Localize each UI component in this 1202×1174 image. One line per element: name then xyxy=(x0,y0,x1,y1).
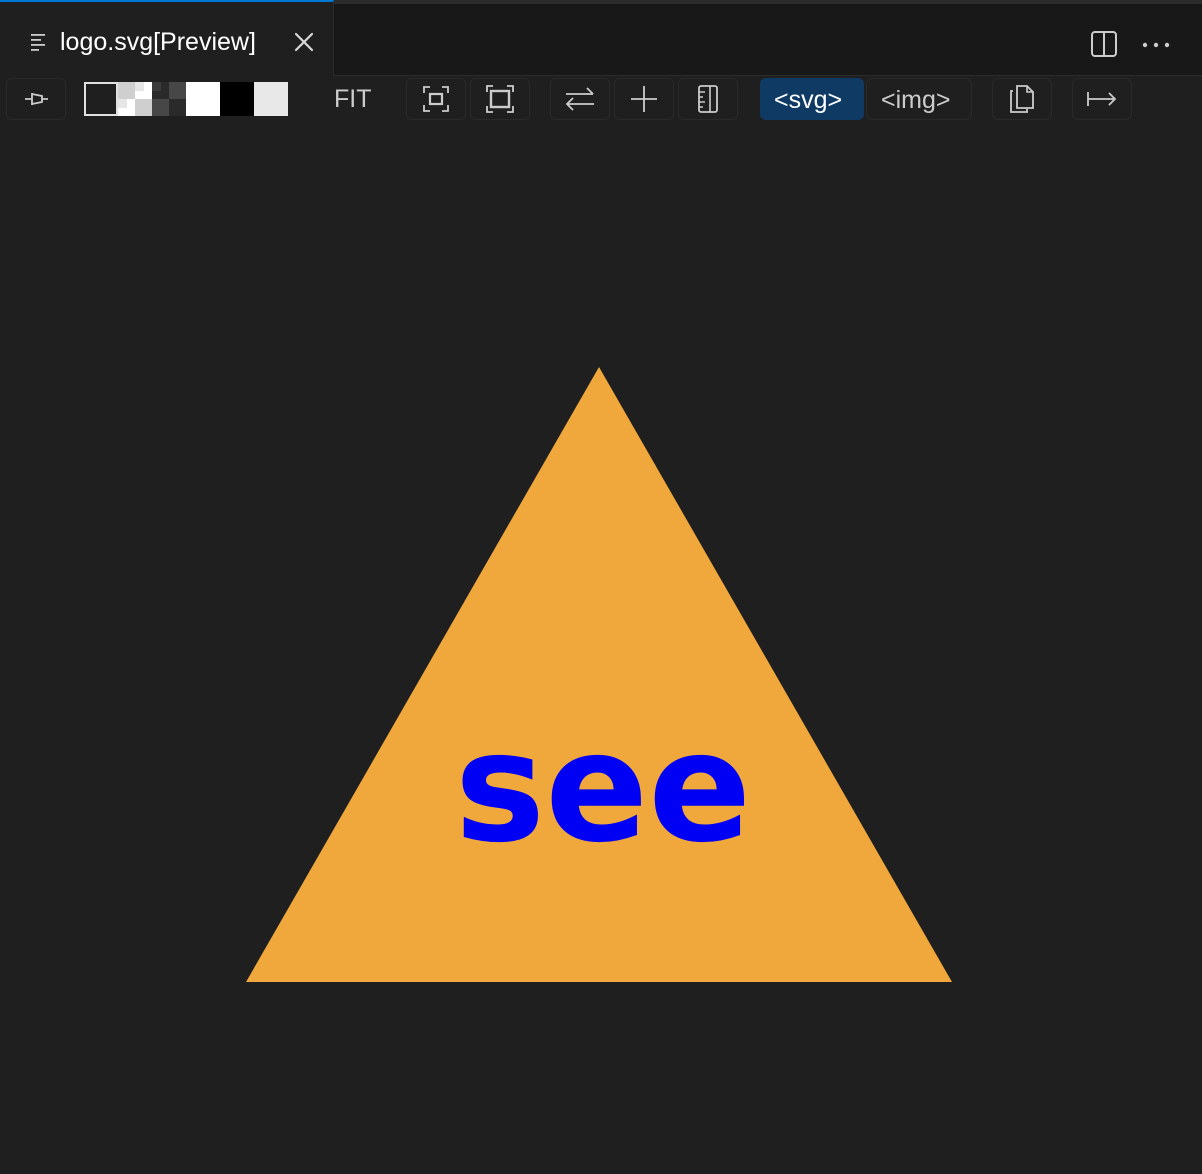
svg-mode-label: <svg> xyxy=(774,86,843,114)
pin-button[interactable] xyxy=(6,78,66,120)
crosshair-button[interactable] xyxy=(614,78,674,120)
close-icon[interactable] xyxy=(292,30,316,54)
tab-bar: logo.svg[Preview] xyxy=(0,0,1202,80)
ruler-button[interactable] xyxy=(678,78,738,120)
copy-button[interactable] xyxy=(992,78,1052,120)
file-lines-icon xyxy=(30,32,48,52)
preview-text: see xyxy=(455,699,752,876)
export-button[interactable] xyxy=(1072,78,1132,120)
tab-title: logo.svg[Preview] xyxy=(60,28,256,56)
svg-mode-button[interactable]: <svg> xyxy=(760,78,864,120)
tab-logo-svg-preview[interactable]: logo.svg[Preview] xyxy=(0,0,334,80)
more-actions-icon[interactable] xyxy=(1140,30,1172,58)
swatch-dark[interactable] xyxy=(84,82,118,116)
svg-preview-window: logo.svg[Preview] FIT <svg> <img> see xyxy=(0,0,1202,1174)
preview-canvas: see xyxy=(0,122,1202,1174)
swatch-black[interactable] xyxy=(220,82,254,116)
background-swatches xyxy=(84,82,288,116)
img-mode-label: <img> xyxy=(881,86,951,114)
swap-button[interactable] xyxy=(550,78,610,120)
fit-button[interactable]: FIT xyxy=(334,78,372,120)
swatch-white[interactable] xyxy=(186,82,220,116)
img-mode-button[interactable]: <img> xyxy=(866,78,972,120)
split-editor-icon[interactable] xyxy=(1090,30,1118,58)
fit-frame-button[interactable] xyxy=(470,78,530,120)
swatch-light-checkerboard[interactable] xyxy=(118,82,152,116)
swatch-dark-checkerboard[interactable] xyxy=(152,82,186,116)
svg-preview: see xyxy=(246,367,952,982)
fit-center-button[interactable] xyxy=(406,78,466,120)
triangle-shape xyxy=(246,367,952,982)
swatch-light-gray[interactable] xyxy=(254,82,288,116)
preview-toolbar: FIT <svg> <img> xyxy=(0,76,1202,122)
